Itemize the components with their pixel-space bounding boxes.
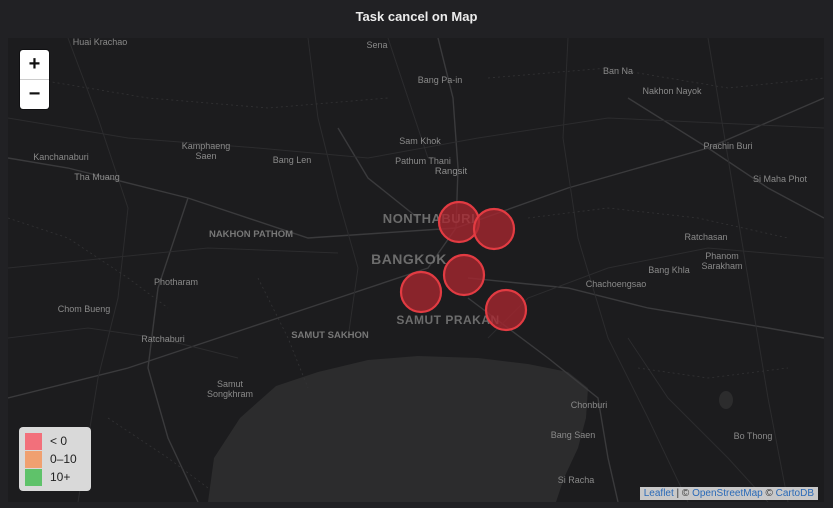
label-bang-saen: Bang Saen bbox=[550, 430, 596, 440]
attribution-separator: | © bbox=[673, 488, 693, 499]
label-bangkok: BANGKOK bbox=[371, 251, 447, 267]
cartodb-link[interactable]: CartoDB bbox=[776, 488, 814, 499]
map-attribution: Leaflet | © OpenStreetMap © CartoDB bbox=[639, 487, 818, 500]
label-nakhon-nayok: Nakhon Nayok bbox=[642, 86, 702, 96]
openstreetmap-link[interactable]: OpenStreetMap bbox=[692, 488, 763, 499]
legend-item-zero-to-ten: 0–10 bbox=[25, 450, 91, 468]
zoom-in-button[interactable]: + bbox=[20, 50, 49, 80]
label-kamphaeng-saen: Kamphaeng Saen bbox=[181, 141, 231, 161]
legend-swatch-green bbox=[25, 468, 42, 486]
label-ban-na: Ban Na bbox=[602, 66, 634, 76]
label-sam-khok: Sam Khok bbox=[399, 136, 441, 146]
zoom-control: + − bbox=[20, 50, 49, 109]
label-samut-prakan: SAMUT PRAKAN bbox=[396, 313, 500, 327]
marker-nonthaburi[interactable] bbox=[437, 200, 481, 244]
label-bang-len: Bang Len bbox=[272, 155, 312, 165]
marker-rangsit-east[interactable] bbox=[472, 207, 516, 251]
label-si-racha: Si Racha bbox=[557, 475, 595, 485]
legend-label: 0–10 bbox=[50, 452, 77, 466]
map-panel: Task cancel on Map Huai Krachao Sena Ban… bbox=[0, 0, 833, 508]
zoom-out-button[interactable]: − bbox=[20, 80, 49, 109]
label-prachin-buri: Prachin Buri bbox=[703, 141, 753, 151]
attribution-separator: © bbox=[762, 488, 776, 499]
label-pathum-thani: Pathum Thani bbox=[395, 156, 451, 166]
marker-bangkok-center[interactable] bbox=[442, 253, 486, 297]
label-photharam: Photharam bbox=[153, 277, 199, 287]
legend-label: < 0 bbox=[50, 434, 68, 448]
label-nakhon-pathom: NAKHON PATHOM bbox=[208, 229, 294, 240]
label-chachoengsao: Chachoengsao bbox=[585, 279, 647, 289]
label-bang-pa-in: Bang Pa-in bbox=[417, 75, 463, 85]
legend-swatch-orange bbox=[25, 450, 42, 468]
panel-title: Task cancel on Map bbox=[355, 9, 478, 24]
legend-swatch-red bbox=[25, 432, 42, 450]
marker-samut-prakan[interactable] bbox=[484, 288, 528, 332]
legend-item-ten-plus: 10+ bbox=[25, 468, 91, 486]
label-rangsit: Rangsit bbox=[434, 166, 468, 177]
marker-bangkok-west[interactable] bbox=[399, 270, 443, 314]
map-container[interactable]: Huai Krachao Sena Bang Pa-in Ban Na Nakh… bbox=[8, 38, 824, 502]
label-kanchanaburi: Kanchanaburi bbox=[33, 152, 89, 162]
label-phanom-sarakham: Phanom Sarakham bbox=[701, 251, 743, 271]
label-ratchaburi: Ratchaburi bbox=[141, 334, 185, 344]
label-bang-khla: Bang Khla bbox=[648, 265, 690, 275]
map-legend: < 0 0–10 10+ bbox=[19, 427, 91, 491]
label-bo-thong: Bo Thong bbox=[733, 431, 773, 441]
label-tha-muang: Tha Muang bbox=[74, 172, 120, 182]
label-huai-krachao: Huai Krachao bbox=[72, 38, 128, 47]
legend-item-below-zero: < 0 bbox=[25, 432, 91, 450]
label-chom-bueng: Chom Bueng bbox=[57, 304, 111, 314]
legend-label: 10+ bbox=[50, 470, 71, 484]
leaflet-link[interactable]: Leaflet bbox=[644, 488, 674, 499]
label-samut-songkhram: Samut Songkhram bbox=[206, 379, 254, 399]
label-samut-sakhon: SAMUT SAKHON bbox=[291, 330, 369, 341]
label-si-maha-phot: Si Maha Phot bbox=[752, 174, 808, 184]
label-sena: Sena bbox=[366, 40, 388, 50]
label-ratchasan: Ratchasan bbox=[684, 232, 728, 242]
label-chonburi: Chonburi bbox=[570, 400, 608, 410]
